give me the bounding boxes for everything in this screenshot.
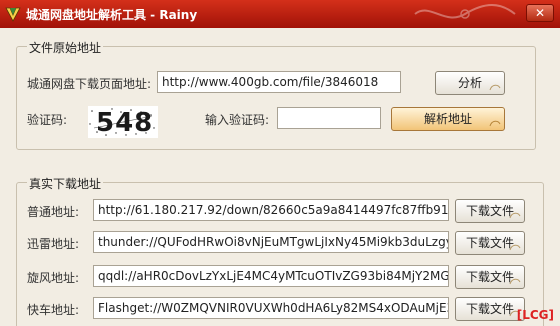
download-button-label: 下载文件 <box>465 302 514 316</box>
link-label-whirlwind: 旋风地址: <box>27 271 80 285</box>
decorative-ornament-icon <box>414 4 516 19</box>
download-links-group: 真实下载地址 普通地址: http://61.180.217.92/down/8… <box>16 175 544 326</box>
download-button-label: 下载文件 <box>465 236 514 250</box>
download-button-normal[interactable]: 下载文件 <box>455 199 525 223</box>
download-button-label: 下载文件 <box>465 204 514 218</box>
swirl-icon <box>489 120 501 127</box>
window-title: 城通网盘地址解析工具 - Rainy <box>26 8 198 22</box>
parse-address-button[interactable]: 解析地址 <box>391 107 505 131</box>
analyze-button-label: 分析 <box>457 76 482 90</box>
title-bar: 城通网盘地址解析工具 - Rainy ✕ <box>0 0 560 28</box>
download-button-flashget[interactable]: 下载文件 <box>455 297 525 321</box>
captcha-image: 548 <box>88 106 158 138</box>
download-button-label: 下载文件 <box>465 270 514 284</box>
page-url-label: 城通网盘下载页面地址: <box>27 77 152 91</box>
parse-address-button-label: 解析地址 <box>423 112 472 126</box>
swirl-icon <box>509 278 521 285</box>
download-button-thunder[interactable]: 下载文件 <box>455 231 525 255</box>
analyze-button[interactable]: 分析 <box>435 71 505 95</box>
link-label-thunder: 迅雷地址: <box>27 237 80 251</box>
captcha-input[interactable] <box>277 107 381 129</box>
source-address-legend: 文件原始地址 <box>27 39 104 56</box>
page-url-input[interactable]: http://www.400gb.com/file/3846018 <box>157 71 401 93</box>
app-icon <box>5 7 21 22</box>
link-field-flashget[interactable]: Flashget://W0ZMQVNIR0VUXWh0dHA6Ly82MS4xO… <box>93 297 449 319</box>
captcha-label: 验证码: <box>27 113 68 127</box>
download-button-whirlwind[interactable]: 下载文件 <box>455 265 525 289</box>
watermark: [LCG] <box>516 308 554 322</box>
swirl-icon <box>509 244 521 251</box>
link-field-thunder[interactable]: thunder://QUFodHRwOi8vNjEuMTgwLjIxNy45Mi… <box>93 231 449 253</box>
link-field-normal[interactable]: http://61.180.217.92/down/82660c5a9a8414… <box>93 199 449 221</box>
main-panel: 文件原始地址 城通网盘下载页面地址: http://www.400gb.com/… <box>0 28 560 326</box>
close-button[interactable]: ✕ <box>526 4 554 22</box>
link-label-normal: 普通地址: <box>27 205 80 219</box>
link-label-flashget: 快车地址: <box>27 303 80 317</box>
swirl-icon <box>509 212 521 219</box>
link-field-whirlwind[interactable]: qqdl://aHR0cDovLzYxLjE4MC4yMTcuOTIvZG93b… <box>93 265 449 287</box>
swirl-icon <box>489 84 501 91</box>
download-links-legend: 真实下载地址 <box>27 175 104 192</box>
captcha-input-label: 输入验证码: <box>205 113 270 127</box>
captcha-text: 548 <box>96 108 154 138</box>
